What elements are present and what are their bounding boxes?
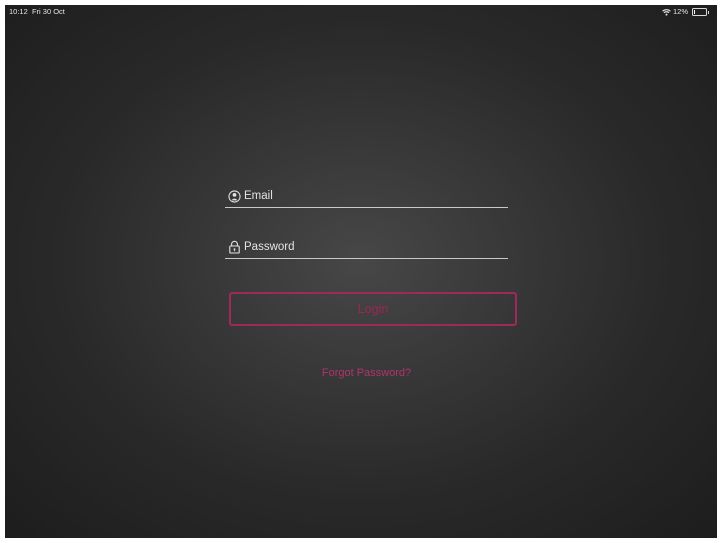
user-icon: [227, 189, 241, 203]
wifi-icon: [662, 8, 671, 16]
status-indicators: 12%: [662, 5, 709, 19]
forgot-password-link[interactable]: Forgot Password?: [225, 367, 508, 379]
battery-percent: 12%: [672, 7, 688, 16]
status-time: 10:12: [9, 7, 28, 16]
password-input[interactable]: [241, 237, 494, 257]
password-field: [225, 236, 508, 259]
status-bar: 10:12 Fri 30 Oct 12%: [5, 5, 717, 19]
lock-icon: [227, 240, 241, 254]
email-field: [225, 185, 508, 208]
email-input[interactable]: [241, 186, 494, 206]
status-time-date: 10:12 Fri 30 Oct: [9, 5, 65, 19]
battery-fill: [694, 10, 695, 14]
battery-icon: [692, 8, 709, 16]
ipad-screen: 10:12 Fri 30 Oct 12% Email Login Forgot …: [5, 5, 717, 538]
login-button[interactable]: Login: [229, 292, 517, 326]
status-date: Fri 30 Oct: [31, 7, 65, 16]
